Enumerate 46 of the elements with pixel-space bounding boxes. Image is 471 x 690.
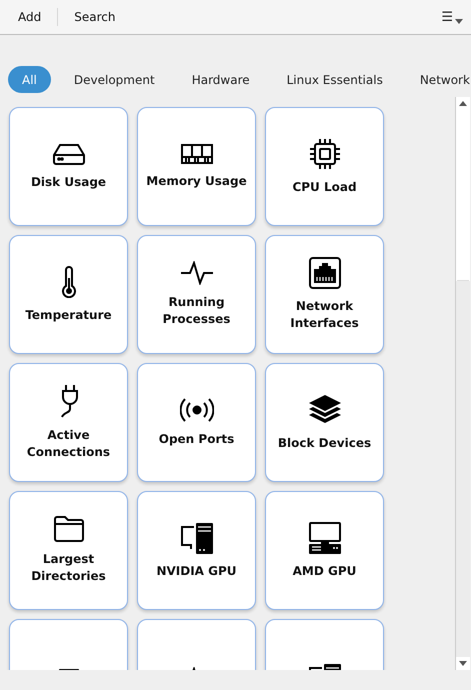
- card-label: Memory Usage: [146, 172, 247, 190]
- cpu-icon: [308, 138, 340, 170]
- toolbar-button[interactable]: Search: [66, 6, 124, 28]
- tool-card[interactable]: Largest Directories: [9, 491, 128, 610]
- tool-card[interactable]: NVIDIA GPU: [137, 491, 256, 610]
- tool-card[interactable]: CPU Load: [265, 107, 384, 226]
- category-tab[interactable]: Hardware: [178, 66, 264, 93]
- broadcast-icon: [180, 398, 214, 422]
- thermometer-icon: [62, 266, 76, 298]
- tool-card[interactable]: AMD GPU: [265, 491, 384, 610]
- menu-button[interactable]: ☰: [441, 10, 463, 24]
- scrollbar[interactable]: [455, 97, 470, 670]
- card-label: Open Ports: [158, 430, 234, 448]
- card-label: Network Interfaces: [289, 298, 360, 332]
- computer-tower-icon: [180, 522, 214, 554]
- card-label: Block Devices: [278, 434, 372, 452]
- memory-chip-icon: [180, 144, 212, 164]
- card-label: Temperature: [25, 306, 112, 324]
- tool-card[interactable]: Open Ports: [137, 363, 256, 482]
- hard-drive-icon: [52, 142, 86, 164]
- tool-card[interactable]: Disk Usage: [9, 107, 128, 226]
- category-tab[interactable]: Linux Essentials: [272, 66, 397, 93]
- tool-card[interactable]: Active Connections: [9, 363, 128, 482]
- scroll-down-icon[interactable]: [459, 661, 467, 666]
- category-tab[interactable]: Network: [406, 66, 471, 93]
- card-label: Largest Directories: [30, 551, 107, 585]
- pulse-icon: [180, 261, 214, 285]
- category-tab[interactable]: Development: [60, 66, 169, 93]
- folder-icon: [54, 516, 84, 542]
- card-label: Disk Usage: [30, 174, 106, 190]
- desktop-computer-icon: [308, 522, 342, 554]
- tool-card[interactable]: Network Interfaces: [265, 235, 384, 354]
- card-label: Active Connections: [26, 427, 112, 461]
- card-label: AMD GPU: [292, 562, 356, 580]
- tool-card[interactable]: Block Devices: [265, 363, 384, 482]
- tool-card[interactable]: Running Processes: [137, 235, 256, 354]
- scroll-up-icon[interactable]: [459, 101, 467, 106]
- tool-card[interactable]: Temperature: [9, 235, 128, 354]
- card-label: NVIDIA GPU: [156, 562, 237, 580]
- ethernet-port-icon: [308, 257, 340, 289]
- caret-icon: [455, 18, 463, 24]
- toolbar-button[interactable]: Add: [10, 6, 50, 28]
- tool-card[interactable]: Memory Usage: [137, 107, 256, 226]
- card-label: CPU Load: [292, 178, 357, 196]
- layers-icon: [308, 394, 342, 426]
- card-label: Running Processes: [162, 294, 232, 328]
